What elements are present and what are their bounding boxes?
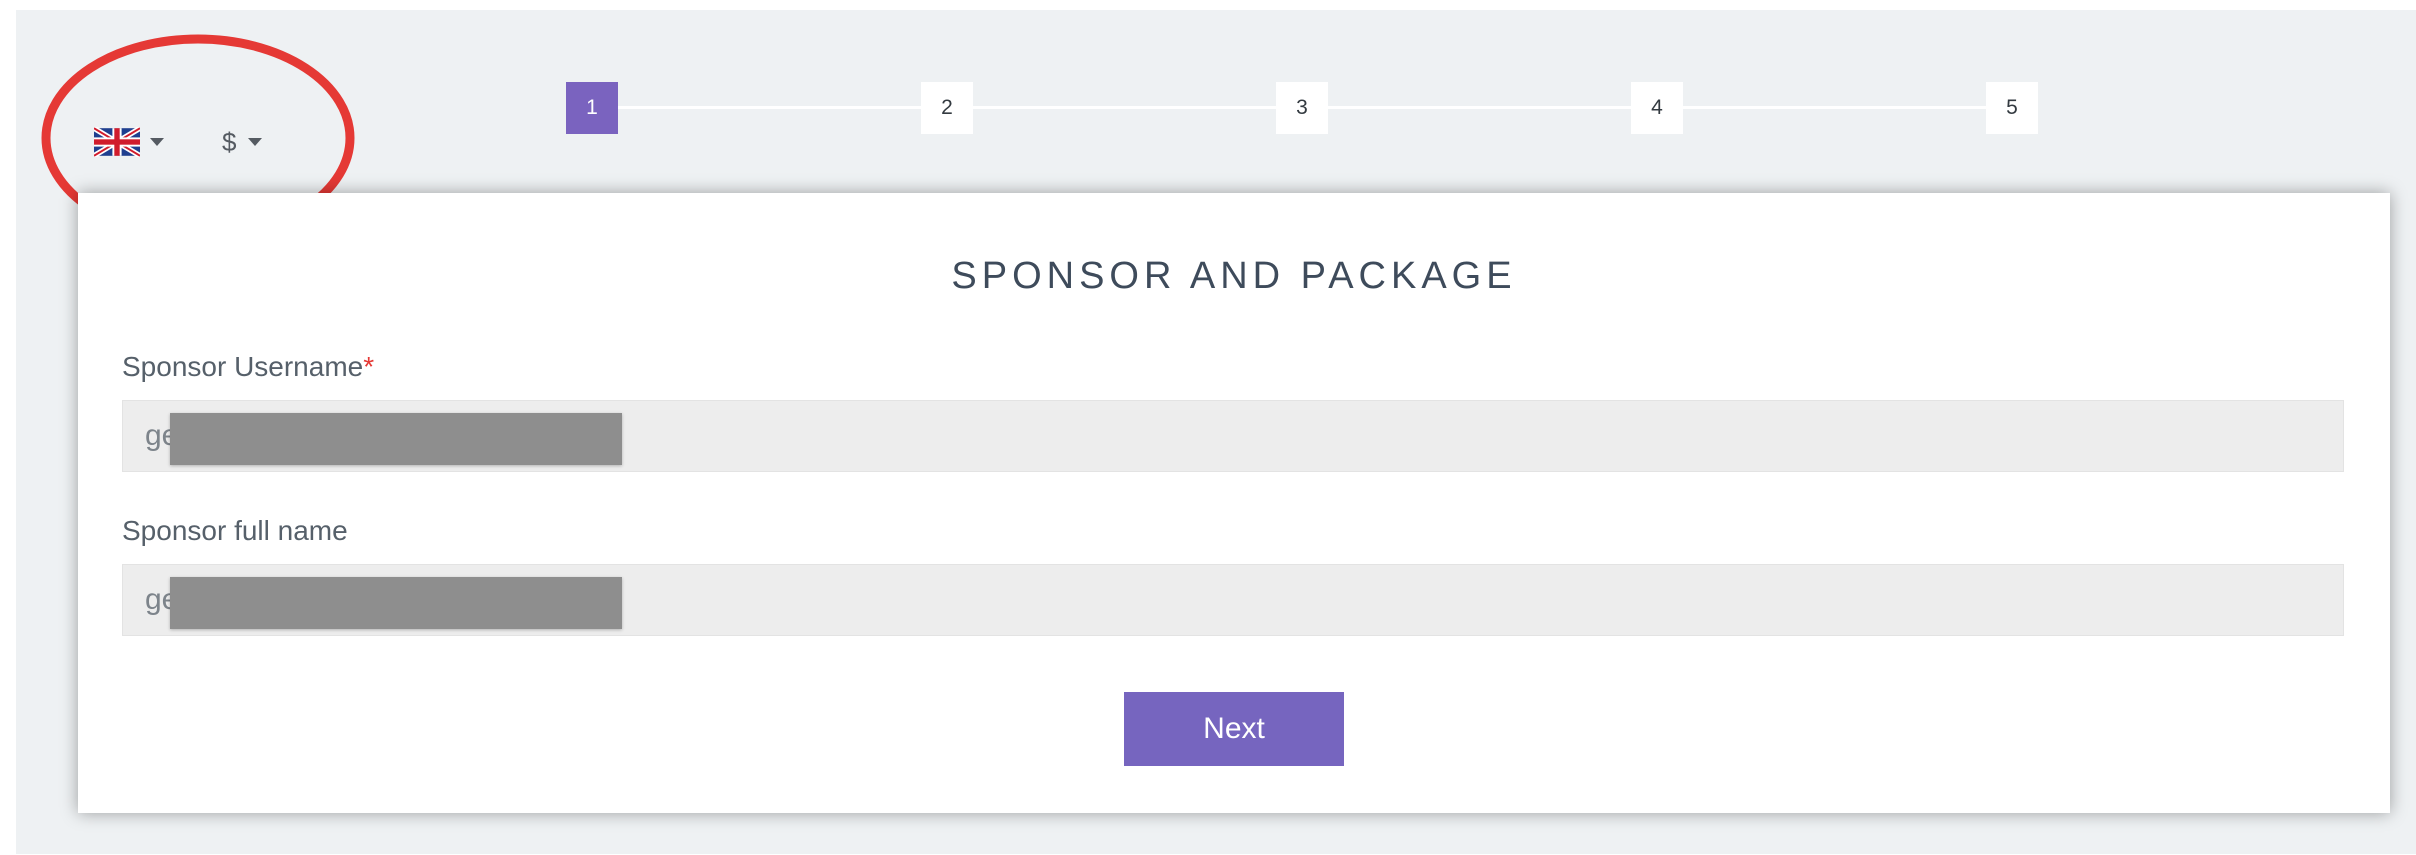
currency-selector[interactable]: $ (222, 126, 263, 158)
sponsor-full-name-input[interactable]: ge (122, 564, 2344, 636)
sponsor-username-label: Sponsor Username* (122, 351, 374, 383)
step-3[interactable]: 3 (1276, 82, 1328, 134)
step-indicator: 1 2 3 4 5 (566, 82, 2041, 134)
next-button[interactable]: Next (1124, 692, 1344, 766)
step-1[interactable]: 1 (566, 82, 618, 134)
page-background: $ 1 2 3 4 5 SPONSOR AND PACKAGE Sponsor … (16, 10, 2416, 854)
redaction-block (170, 577, 622, 629)
redaction-block (170, 413, 622, 465)
uk-flag-icon (94, 127, 140, 157)
form-card: SPONSOR AND PACKAGE Sponsor Username* ge… (78, 193, 2390, 813)
header-selectors: $ (94, 122, 263, 162)
sponsor-full-name-label: Sponsor full name (122, 515, 348, 546)
chevron-down-icon (150, 138, 164, 146)
step-5[interactable]: 5 (1986, 82, 2038, 134)
sponsor-username-input[interactable]: ge (122, 400, 2344, 472)
step-4[interactable]: 4 (1631, 82, 1683, 134)
required-asterisk: * (363, 351, 375, 382)
chevron-down-icon (248, 138, 263, 146)
currency-symbol: $ (222, 126, 237, 157)
form-title: SPONSOR AND PACKAGE (951, 255, 1517, 297)
language-selector[interactable] (94, 127, 164, 157)
step-2[interactable]: 2 (921, 82, 973, 134)
sponsor-username-label-text: Sponsor Username (122, 351, 364, 382)
